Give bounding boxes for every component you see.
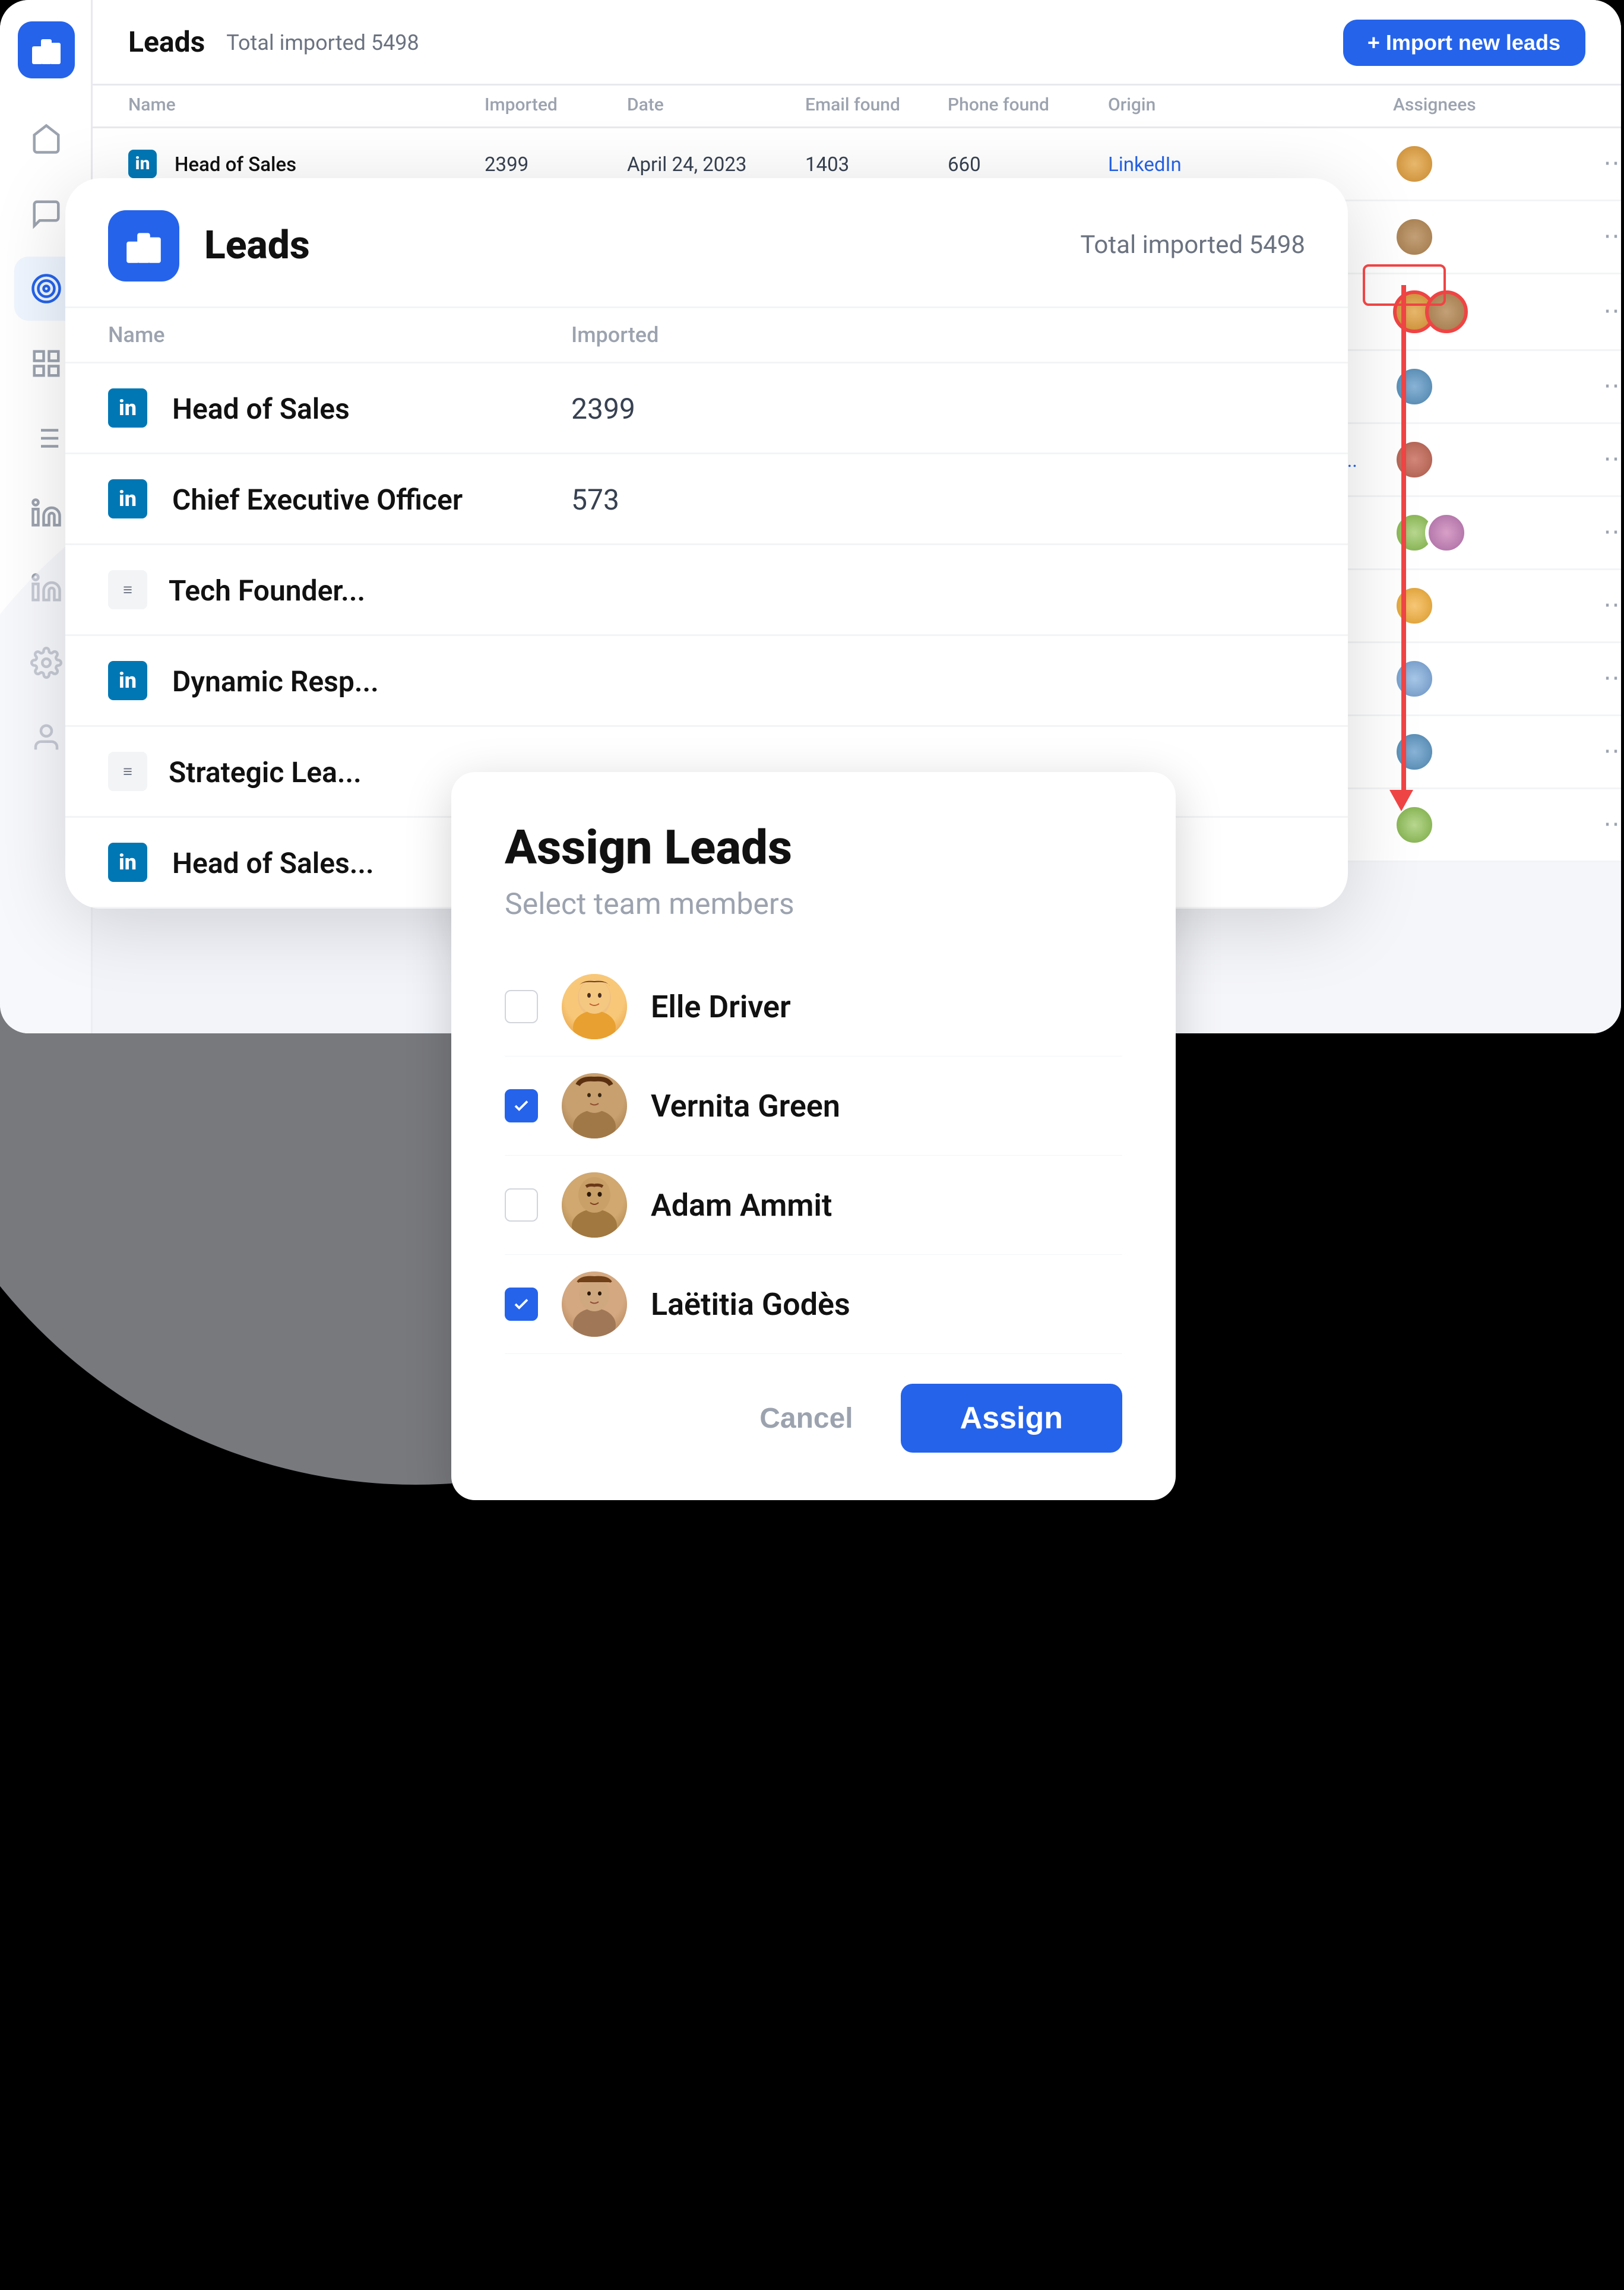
panel-row[interactable]: ≡ Tech Founder... (65, 545, 1348, 636)
more-button[interactable]: ⋯ (1571, 811, 1621, 839)
more-button[interactable]: ⋯ (1571, 518, 1621, 547)
page-header: Leads Total imported 5498 + Import new l… (93, 0, 1621, 86)
more-button[interactable]: ⋯ (1571, 665, 1621, 693)
panel-row[interactable]: in Dynamic Resp... (65, 636, 1348, 727)
more-button[interactable]: ⋯ (1571, 150, 1621, 178)
more-button[interactable]: ⋯ (1571, 298, 1621, 326)
team-member-laetitia[interactable]: Laëtitia Godès (505, 1255, 1122, 1354)
assignees (1393, 584, 1571, 627)
panel-row-name: ≡ Tech Founder... (108, 570, 571, 609)
doc-icon: ≡ (108, 570, 147, 609)
assignees (1393, 438, 1571, 481)
assignees (1393, 804, 1571, 846)
import-button[interactable]: + Import new leads (1343, 19, 1585, 65)
linkedin-icon: in (108, 479, 147, 518)
assign-button[interactable]: Assign (901, 1384, 1122, 1453)
assignees (1393, 216, 1571, 258)
panel-row[interactable]: in Head of Sales 2399 (65, 363, 1348, 454)
avatar (1393, 804, 1436, 846)
dialog-subtitle: Select team members (505, 887, 1122, 922)
checkbox-vernita[interactable] (505, 1089, 538, 1122)
dialog-title: Assign Leads (505, 820, 1122, 875)
cancel-button[interactable]: Cancel (736, 1390, 876, 1447)
page-title: Leads (128, 25, 205, 59)
sidebar-item-home[interactable] (14, 107, 78, 171)
col-phone: Phone found (948, 96, 1108, 116)
col-actions (1571, 96, 1621, 116)
col-assignees: Assignees (1393, 96, 1571, 116)
col-imported: Imported (485, 96, 627, 116)
panel-logo (108, 210, 179, 281)
panel-col-imported: Imported (571, 322, 1305, 347)
panel-title: Leads (204, 224, 310, 268)
team-member-adam[interactable]: Adam Ammit (505, 1156, 1122, 1255)
team-member-vernita[interactable]: Vernita Green (505, 1057, 1122, 1156)
panel-row[interactable]: in Chief Executive Officer 573 (65, 454, 1348, 545)
team-member-elle[interactable]: Elle Driver (505, 957, 1122, 1057)
more-button[interactable]: ⋯ (1571, 592, 1621, 620)
checkbox-elle[interactable] (505, 990, 538, 1023)
doc-icon: ≡ (108, 752, 147, 791)
assignees (1393, 657, 1571, 700)
avatar-laetitia (562, 1271, 627, 1337)
panel-row-name: in Dynamic Resp... (108, 661, 571, 700)
avatar (1393, 438, 1436, 481)
more-button[interactable]: ⋯ (1571, 445, 1621, 474)
assignees (1393, 365, 1571, 408)
linkedin-icon: in (108, 843, 147, 882)
total-imported: Total imported 5498 (226, 30, 419, 55)
table-header: Name Imported Date Email found Phone fou… (93, 86, 1621, 128)
header-left: Leads Total imported 5498 (128, 25, 419, 59)
member-name-vernita: Vernita Green (651, 1088, 840, 1124)
member-name-elle: Elle Driver (651, 989, 791, 1025)
more-button[interactable]: ⋯ (1571, 223, 1621, 251)
checkbox-adam[interactable] (505, 1188, 538, 1222)
avatar (1425, 511, 1468, 554)
avatar-adam (562, 1172, 627, 1238)
more-button[interactable]: ⋯ (1571, 738, 1621, 766)
assignees (1393, 143, 1571, 185)
panel-header: Leads Total imported 5498 (65, 178, 1348, 308)
panel-row-name: in Chief Executive Officer (108, 479, 571, 518)
avatar (1393, 216, 1436, 258)
col-name: Name (128, 96, 485, 116)
avatar (1393, 657, 1436, 700)
checkbox-laetitia[interactable] (505, 1288, 538, 1321)
assignees-highlighted (1393, 290, 1571, 333)
col-origin: Origin (1108, 96, 1393, 116)
row-name: in Head of Sales (128, 150, 485, 178)
linkedin-icon: in (108, 661, 147, 700)
col-email: Email found (805, 96, 948, 116)
avatar (1425, 290, 1468, 333)
panel-table-header: Name Imported (65, 308, 1348, 363)
avatar-vernita (562, 1073, 627, 1138)
avatar (1393, 730, 1436, 773)
app-logo (17, 21, 74, 78)
col-date: Date (627, 96, 805, 116)
member-name-laetitia: Laëtitia Godès (651, 1286, 850, 1323)
avatar-elle (562, 974, 627, 1039)
avatar (1393, 584, 1436, 627)
dialog-actions: Cancel Assign (505, 1384, 1122, 1453)
avatar (1393, 365, 1436, 408)
assignees (1393, 730, 1571, 773)
linkedin-icon: in (108, 388, 147, 428)
member-name-adam: Adam Ammit (651, 1187, 832, 1223)
more-button[interactable]: ⋯ (1571, 372, 1621, 401)
panel-col-name: Name (108, 322, 571, 347)
assign-dialog: Assign Leads Select team members Elle Dr… (451, 772, 1176, 1500)
avatar (1393, 143, 1436, 185)
assignees (1393, 511, 1571, 554)
linkedin-icon: in (128, 150, 157, 178)
panel-total: Total imported 5498 (1080, 232, 1305, 260)
panel-row-name: in Head of Sales (108, 388, 571, 428)
